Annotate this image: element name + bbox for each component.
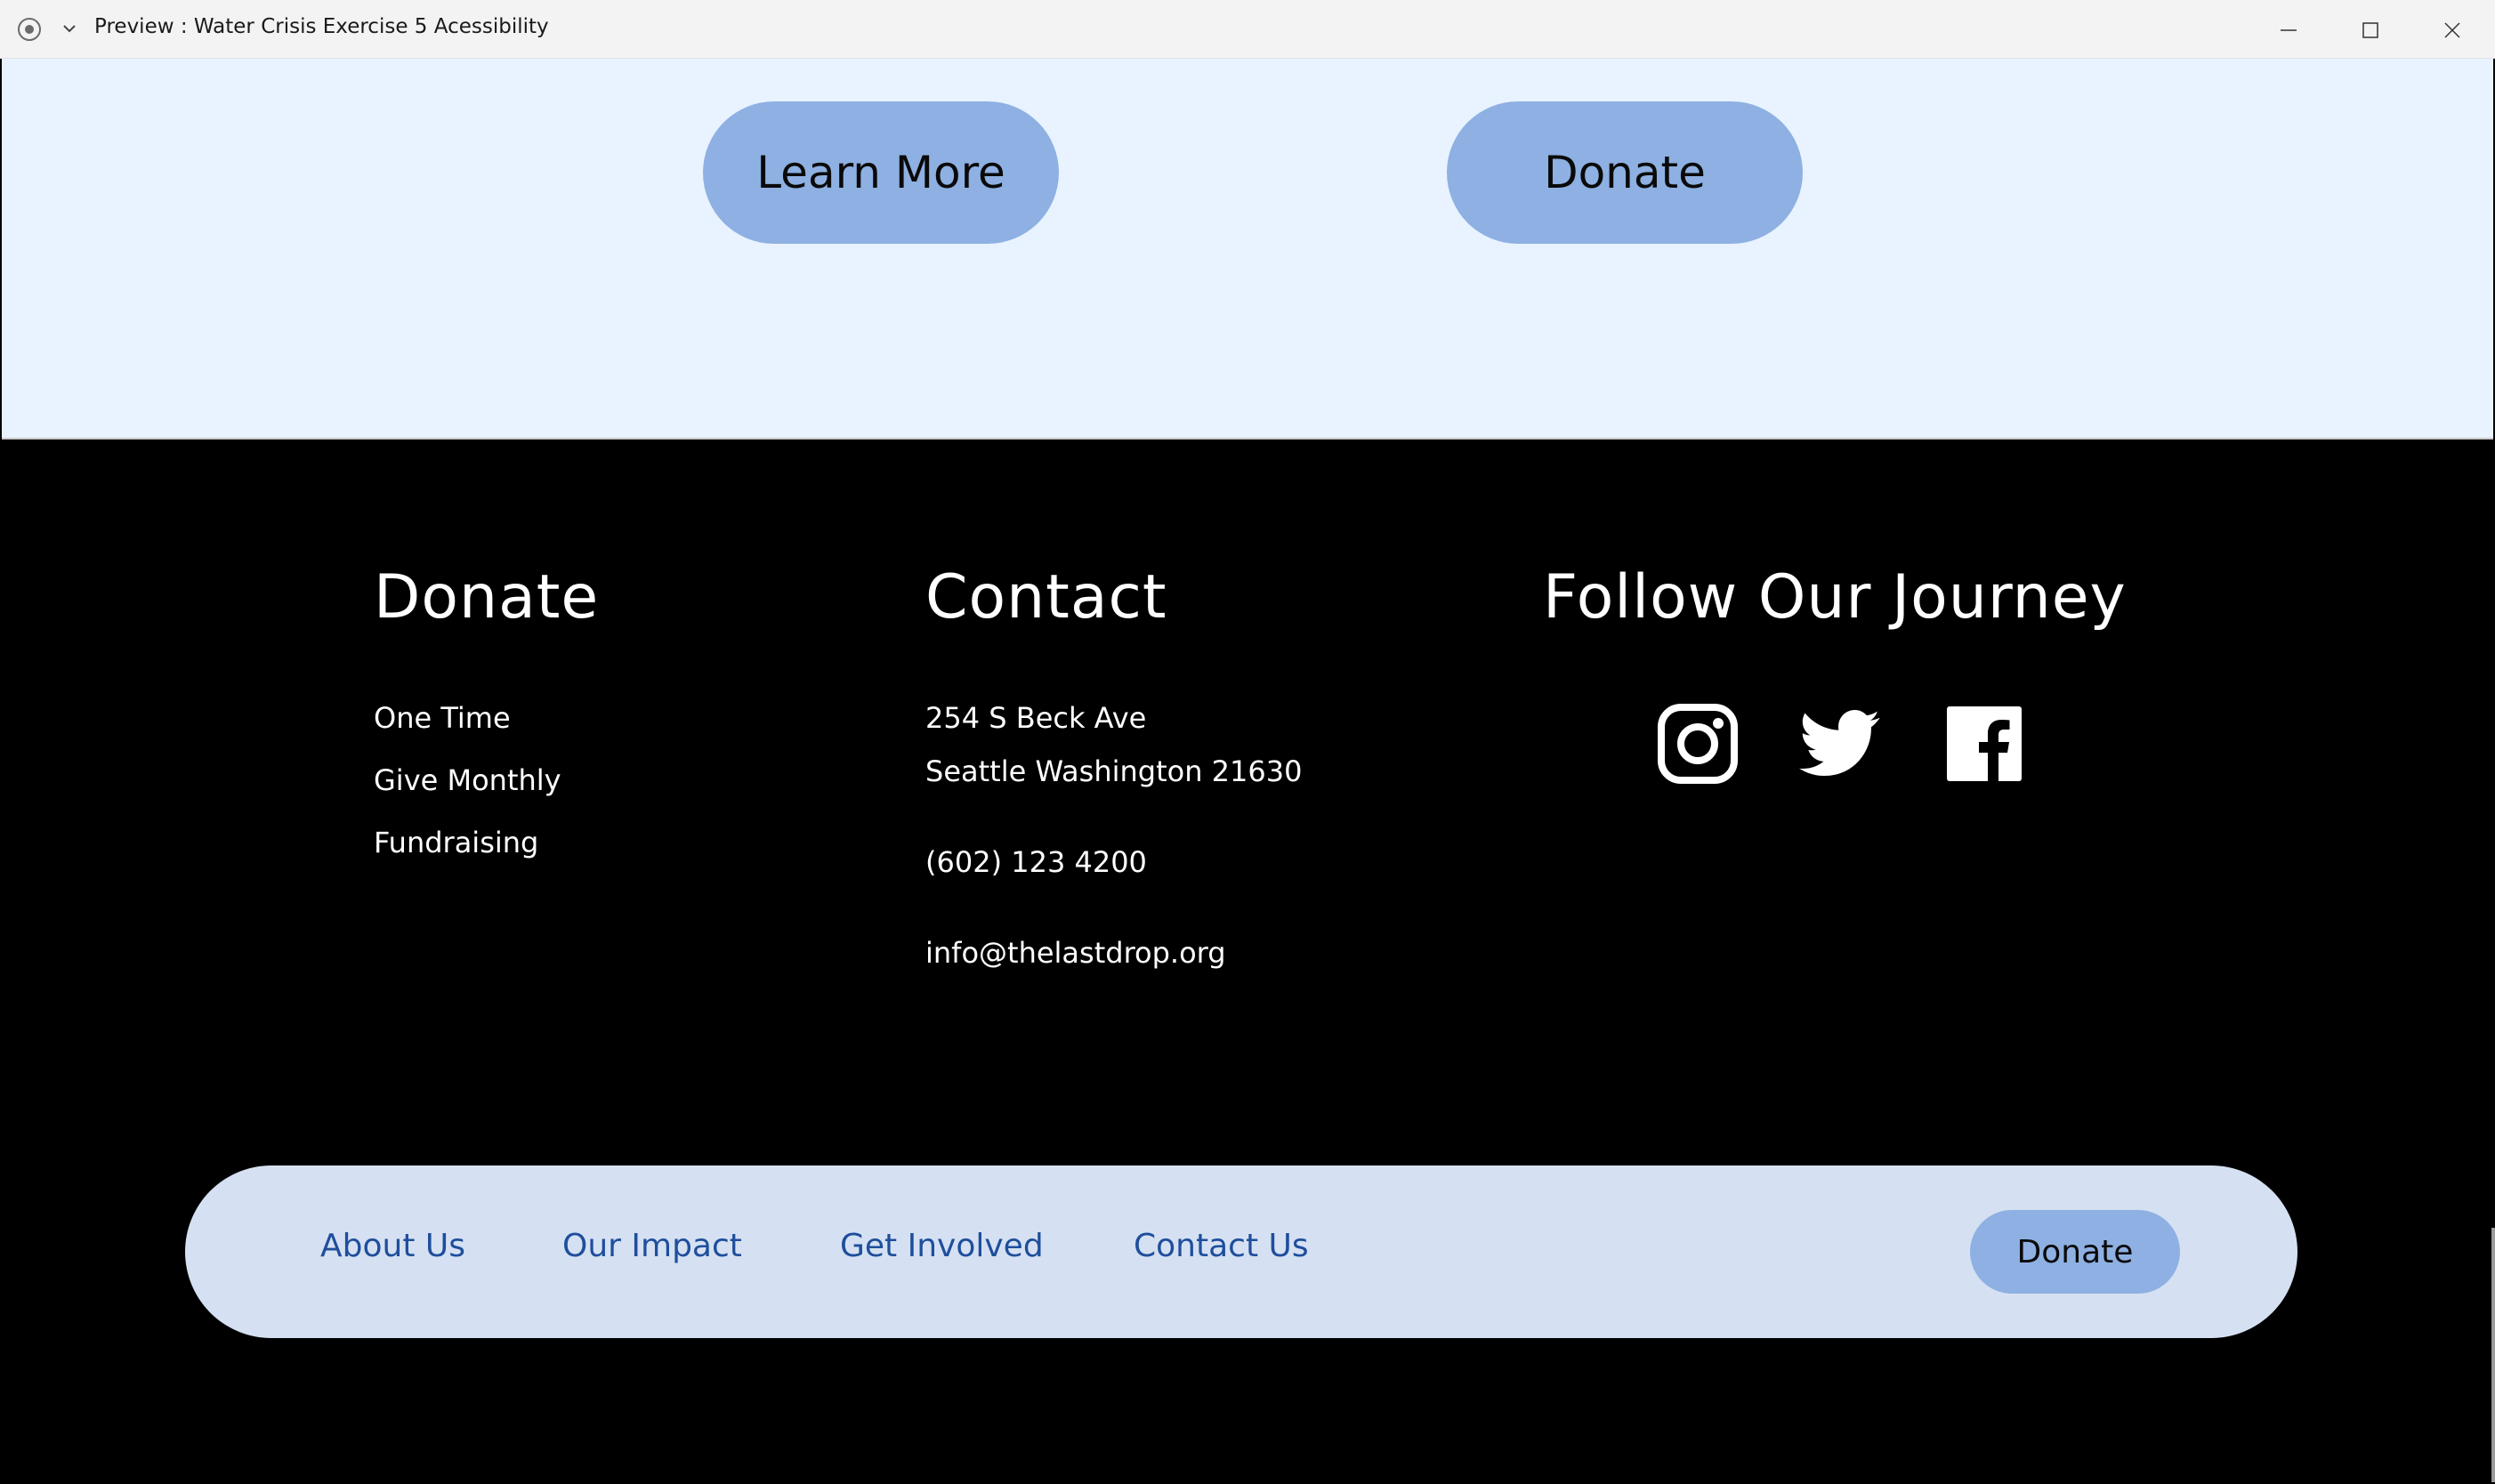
chevron-down-icon[interactable] <box>59 18 80 39</box>
record-icon[interactable] <box>18 18 41 41</box>
footer: Donate One Time Give Monthly Fundraising… <box>2 440 2493 1482</box>
scrollbar-thumb[interactable] <box>2491 1228 2495 1482</box>
learn-more-button[interactable]: Learn More <box>703 101 1059 244</box>
nav-our-impact[interactable]: Our Impact <box>562 1228 742 1264</box>
donate-button[interactable]: Donate <box>1447 101 1803 244</box>
email-link[interactable]: info@thelastdrop.org <box>925 936 1226 970</box>
phone-number[interactable]: (602) 123 4200 <box>925 845 1147 879</box>
window-title: Preview : Water Crisis Exercise 5 Acessi… <box>94 15 549 38</box>
nav-donate-button[interactable]: Donate <box>1970 1210 2180 1294</box>
minimize-icon[interactable] <box>2269 11 2308 50</box>
donate-heading: Donate <box>374 562 600 633</box>
nav-get-involved[interactable]: Get Involved <box>840 1228 1044 1264</box>
twitter-icon[interactable] <box>1797 701 1883 786</box>
close-icon[interactable] <box>2433 11 2472 50</box>
donate-give-monthly-link[interactable]: Give Monthly <box>374 763 561 797</box>
address-line-2: Seattle Washington 21630 <box>925 754 1303 788</box>
address-line-1: 254 S Beck Ave <box>925 701 1147 735</box>
preview-window: Preview : Water Crisis Exercise 5 Acessi… <box>0 0 2495 1484</box>
donate-one-time-link[interactable]: One Time <box>374 701 511 735</box>
donate-fundraising-link[interactable]: Fundraising <box>374 826 538 859</box>
maximize-icon[interactable] <box>2351 11 2390 50</box>
instagram-icon[interactable] <box>1655 701 1740 786</box>
hero-section: Learn More Donate <box>2 59 2493 440</box>
follow-heading: Follow Our Journey <box>1543 562 2127 633</box>
nav-about-us[interactable]: About Us <box>320 1228 465 1264</box>
bottom-nav-bar: About Us Our Impact Get Involved Contact… <box>185 1165 2297 1338</box>
facebook-icon[interactable] <box>1942 701 2027 786</box>
contact-heading: Contact <box>925 562 1167 633</box>
nav-contact-us[interactable]: Contact Us <box>1134 1228 1309 1264</box>
title-bar: Preview : Water Crisis Exercise 5 Acessi… <box>0 0 2495 59</box>
